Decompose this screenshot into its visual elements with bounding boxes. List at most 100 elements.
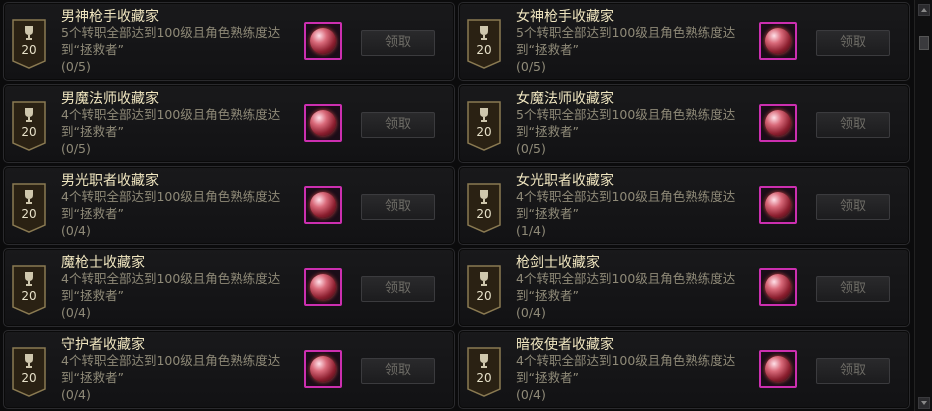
claim-button[interactable]: 领取 (816, 30, 890, 56)
achievement-desc: 4个转职全部达到100级且角色熟练度达到“拯救者” (61, 353, 281, 385)
achievement-desc: 4个转职全部达到100级且角色熟练度达到“拯救者” (61, 189, 281, 221)
achievement-desc: 4个转职全部达到100级且角色熟练度达到“拯救者” (516, 271, 736, 303)
achievement-title: 魔枪士收藏家 (61, 255, 145, 271)
reward-item-icon[interactable] (304, 268, 342, 306)
achievement-card: 20 男光职者收藏家 4个转职全部达到100级且角色熟练度达到“拯救者” (0/… (3, 166, 455, 245)
reward-item-icon[interactable] (304, 350, 342, 388)
scroll-thumb[interactable] (919, 36, 929, 50)
achievement-title: 枪剑士收藏家 (516, 255, 600, 271)
achievement-card: 20 男魔法师收藏家 4个转职全部达到100级且角色熟练度达到“拯救者” (0/… (3, 84, 455, 163)
badge-points: 20 (476, 207, 492, 221)
achievement-progress: (0/5) (516, 141, 546, 156)
achievement-title: 男魔法师收藏家 (61, 91, 159, 107)
rank-badge: 20 (12, 265, 46, 315)
trophy-icon (25, 108, 33, 122)
rank-badge: 20 (12, 347, 46, 397)
achievement-title: 暗夜使者收藏家 (516, 337, 614, 353)
orb-icon (765, 192, 791, 218)
achievement-card: 20 枪剑士收藏家 4个转职全部达到100级且角色熟练度达到“拯救者” (0/4… (458, 248, 910, 327)
achievement-progress: (0/5) (61, 141, 91, 156)
achievement-desc: 5个转职全部达到100级且角色熟练度达到“拯救者” (61, 25, 281, 57)
trophy-icon (480, 26, 488, 40)
reward-item-icon[interactable] (759, 186, 797, 224)
achievement-progress: (1/4) (516, 223, 546, 238)
claim-button[interactable]: 领取 (816, 358, 890, 384)
orb-icon (765, 274, 791, 300)
claim-button[interactable]: 领取 (361, 276, 435, 302)
achievement-desc: 5个转职全部达到100级且角色熟练度达到“拯救者” (516, 25, 736, 57)
rank-badge: 20 (467, 347, 501, 397)
achievement-progress: (0/4) (61, 387, 91, 402)
reward-item-icon[interactable] (304, 186, 342, 224)
achievement-progress: (0/5) (516, 59, 546, 74)
trophy-icon (25, 26, 33, 40)
claim-button[interactable]: 领取 (816, 194, 890, 220)
badge-points: 20 (21, 125, 37, 139)
achievement-progress: (0/4) (61, 223, 91, 238)
achievement-desc: 5个转职全部达到100级且角色熟练度达到“拯救者” (516, 107, 736, 139)
rank-badge: 20 (467, 101, 501, 151)
rank-badge: 20 (467, 265, 501, 315)
badge-points: 20 (476, 125, 492, 139)
achievement-grid: 20 男神枪手收藏家 5个转职全部达到100级且角色熟练度达到“拯救者” (0/… (0, 0, 912, 411)
achievement-title: 女魔法师收藏家 (516, 91, 614, 107)
achievement-desc: 4个转职全部达到100级且角色熟练度达到“拯救者” (516, 189, 736, 221)
achievement-title: 男神枪手收藏家 (61, 9, 159, 25)
rank-badge: 20 (12, 183, 46, 233)
reward-item-icon[interactable] (759, 268, 797, 306)
reward-item-icon[interactable] (304, 104, 342, 142)
claim-button[interactable]: 领取 (361, 194, 435, 220)
orb-icon (310, 110, 336, 136)
trophy-icon (25, 354, 33, 368)
orb-icon (310, 356, 336, 382)
rank-badge: 20 (12, 101, 46, 151)
orb-icon (310, 274, 336, 300)
orb-icon (310, 192, 336, 218)
reward-item-icon[interactable] (759, 104, 797, 142)
achievement-card: 20 守护者收藏家 4个转职全部达到100级且角色熟练度达到“拯救者” (0/4… (3, 330, 455, 409)
claim-button[interactable]: 领取 (361, 358, 435, 384)
orb-icon (765, 28, 791, 54)
claim-button[interactable]: 领取 (361, 112, 435, 138)
achievement-progress: (0/5) (61, 59, 91, 74)
badge-points: 20 (476, 43, 492, 57)
claim-button[interactable]: 领取 (816, 276, 890, 302)
achievement-title: 女神枪手收藏家 (516, 9, 614, 25)
scroll-down-arrow-icon[interactable] (918, 397, 930, 409)
trophy-icon (480, 108, 488, 122)
badge-points: 20 (21, 207, 37, 221)
achievement-title: 男光职者收藏家 (61, 173, 159, 189)
badge-points: 20 (21, 371, 37, 385)
trophy-icon (25, 272, 33, 286)
achievement-card: 20 暗夜使者收藏家 4个转职全部达到100级且角色熟练度达到“拯救者” (0/… (458, 330, 910, 409)
rank-badge: 20 (467, 19, 501, 69)
claim-button[interactable]: 领取 (816, 112, 890, 138)
trophy-icon (480, 190, 488, 204)
trophy-icon (480, 354, 488, 368)
reward-item-icon[interactable] (759, 350, 797, 388)
achievement-progress: (0/4) (61, 305, 91, 320)
badge-points: 20 (21, 43, 37, 57)
trophy-icon (25, 190, 33, 204)
achievement-progress: (0/4) (516, 387, 546, 402)
reward-item-icon[interactable] (759, 22, 797, 60)
scroll-up-arrow-icon[interactable] (918, 4, 930, 16)
achievement-desc: 4个转职全部达到100级且角色熟练度达到“拯救者” (516, 353, 736, 385)
rank-badge: 20 (467, 183, 501, 233)
achievement-card: 20 魔枪士收藏家 4个转职全部达到100级且角色熟练度达到“拯救者” (0/4… (3, 248, 455, 327)
claim-button[interactable]: 领取 (361, 30, 435, 56)
achievement-desc: 4个转职全部达到100级且角色熟练度达到“拯救者” (61, 271, 281, 303)
rank-badge: 20 (12, 19, 46, 69)
reward-item-icon[interactable] (304, 22, 342, 60)
badge-points: 20 (476, 371, 492, 385)
orb-icon (765, 356, 791, 382)
badge-points: 20 (21, 289, 37, 303)
achievement-card: 20 女魔法师收藏家 5个转职全部达到100级且角色熟练度达到“拯救者” (0/… (458, 84, 910, 163)
vertical-scrollbar[interactable] (914, 0, 932, 411)
orb-icon (310, 28, 336, 54)
orb-icon (765, 110, 791, 136)
achievement-desc: 4个转职全部达到100级且角色熟练度达到“拯救者” (61, 107, 281, 139)
achievement-progress: (0/4) (516, 305, 546, 320)
achievement-card: 20 男神枪手收藏家 5个转职全部达到100级且角色熟练度达到“拯救者” (0/… (3, 2, 455, 81)
achievement-title: 女光职者收藏家 (516, 173, 614, 189)
